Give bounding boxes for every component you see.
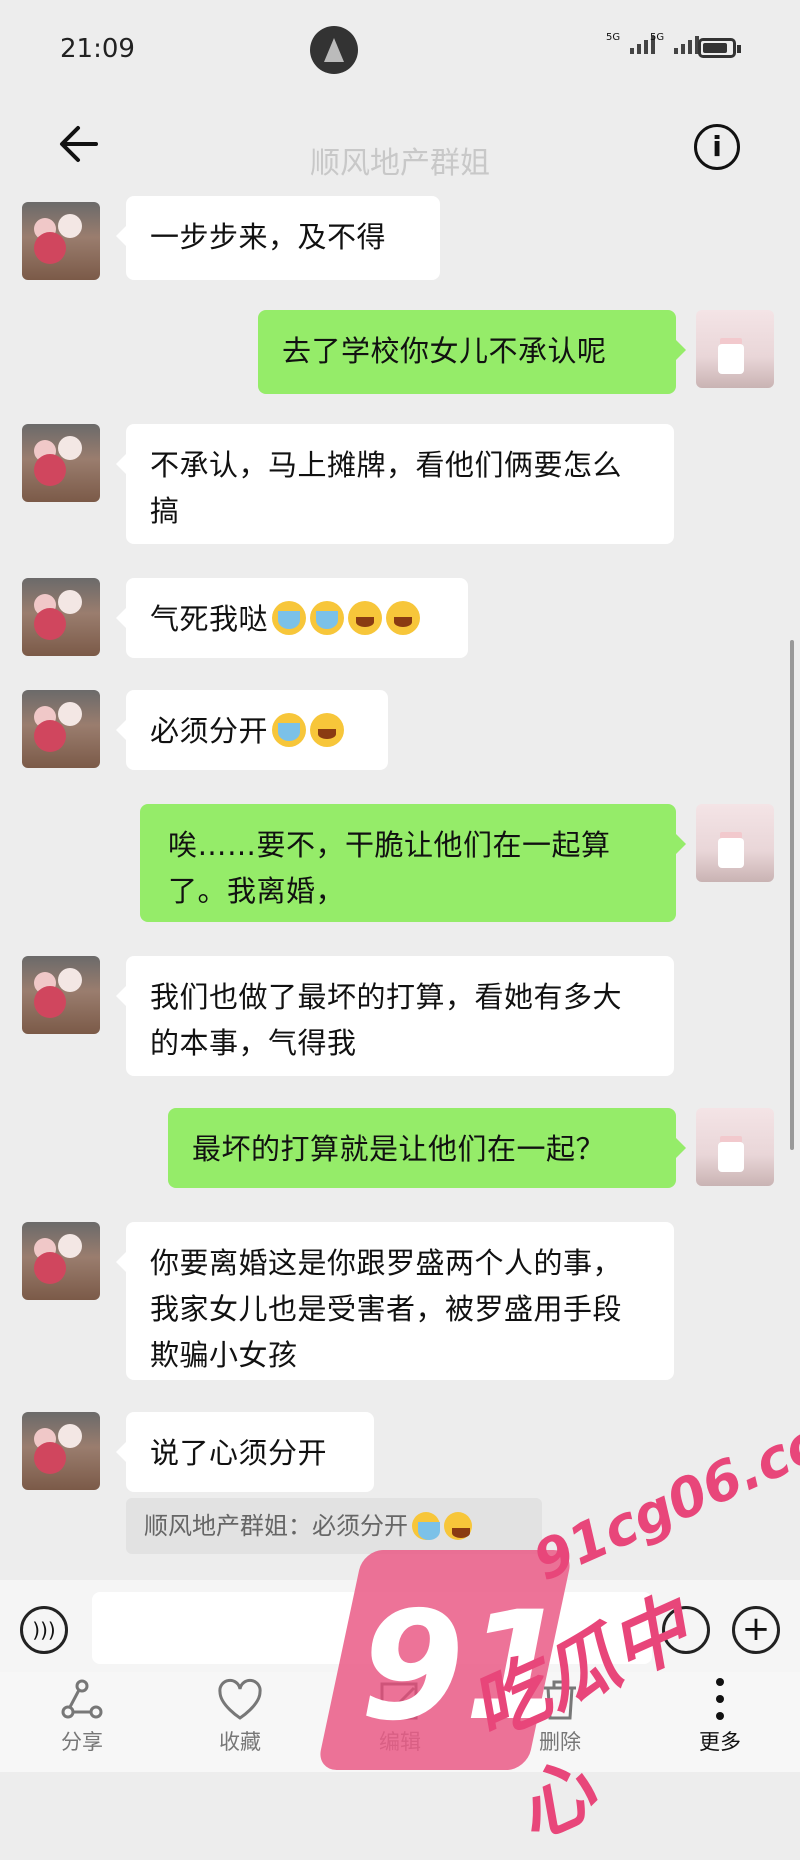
message-text: 最坏的打算就是让他们在一起？ — [192, 1132, 606, 1166]
info-icon[interactable]: i — [694, 124, 740, 170]
share-label: 分享 — [61, 1730, 103, 1754]
message-text: 去了学校你女儿不承认呢 — [282, 334, 607, 368]
status-time: 21:09 — [60, 34, 135, 64]
contact-avatar[interactable] — [22, 690, 100, 768]
crying-emoji-icon — [272, 713, 307, 747]
message-text: 唉……要不，干脆让他们在一起算了。我离婚， — [168, 828, 611, 908]
voice-icon[interactable]: ))) — [20, 1606, 68, 1654]
favorite-button[interactable]: 收藏 — [190, 1672, 290, 1756]
message-bubble[interactable]: 气死我哒 — [116, 578, 468, 658]
laughing-emoji-icon — [348, 601, 383, 635]
watermark-site: 91cg06.com — [524, 1386, 800, 1593]
status-bar: 21:09 5G 5G — [0, 0, 800, 100]
contact-avatar[interactable] — [22, 424, 100, 502]
laughing-emoji-icon — [386, 601, 421, 635]
message-bubble[interactable]: 最坏的打算就是让他们在一起？ — [168, 1108, 686, 1188]
signal-label: 5G — [650, 32, 665, 43]
message-text: 你要离婚这是你跟罗盛两个人的事，我家女儿也是受害者，被罗盛用手段欺骗小女孩 — [150, 1246, 623, 1372]
contact-avatar[interactable] — [22, 578, 100, 656]
contact-avatar[interactable] — [22, 1222, 100, 1300]
message-bubble[interactable]: 唉……要不，干脆让他们在一起算了。我离婚， — [140, 804, 686, 922]
contact-avatar[interactable] — [22, 1412, 100, 1490]
laughing-emoji-icon — [310, 713, 345, 747]
app-status-icon — [310, 26, 358, 74]
message-text: 不承认，马上摊牌，看他们俩要怎么搞 — [150, 448, 623, 528]
message-bubble[interactable]: 我们也做了最坏的打算，看她有多大的本事，气得我 — [116, 956, 674, 1076]
message-text: 气死我哒 — [150, 602, 269, 636]
crying-emoji-icon — [272, 601, 307, 635]
message-bubble[interactable]: 不承认，马上摊牌，看他们俩要怎么搞 — [116, 424, 674, 544]
my-avatar[interactable] — [696, 804, 774, 882]
contact-avatar[interactable] — [22, 956, 100, 1034]
signal-icon: 5G — [650, 32, 699, 54]
my-avatar[interactable] — [696, 1108, 774, 1186]
favorite-label: 收藏 — [219, 1730, 261, 1754]
message-text: 一步步来，及不得 — [150, 220, 387, 254]
contact-avatar[interactable] — [22, 202, 100, 280]
battery-icon — [698, 38, 741, 58]
signal-label: 5G — [606, 32, 621, 43]
message-bubble[interactable]: 去了学校你女儿不承认呢 — [258, 310, 686, 394]
message-text: 必须分开 — [150, 714, 269, 748]
message-bubble[interactable]: 必须分开 — [116, 690, 388, 770]
message-text: 说了心须分开 — [150, 1436, 328, 1470]
message-text: 我们也做了最坏的打算，看她有多大的本事，气得我 — [150, 980, 623, 1060]
message-bubble[interactable]: 一步步来，及不得 — [116, 196, 440, 280]
message-bubble[interactable]: 你要离婚这是你跟罗盛两个人的事，我家女儿也是受害者，被罗盛用手段欺骗小女孩 — [116, 1222, 674, 1380]
share-icon — [32, 1672, 132, 1726]
watermark: 91 91cg06.com 吃瓜中心 — [316, 1386, 800, 1856]
signal-icon: 5G — [606, 32, 655, 54]
heart-icon — [190, 1672, 290, 1726]
message-bubble[interactable]: 说了心须分开 — [116, 1412, 374, 1492]
crying-emoji-icon — [310, 601, 345, 635]
chat-title: 顺风地产群姐 — [310, 146, 490, 181]
my-avatar[interactable] — [696, 310, 774, 388]
share-button[interactable]: 分享 — [32, 1672, 132, 1756]
scrollbar[interactable] — [790, 640, 794, 1150]
